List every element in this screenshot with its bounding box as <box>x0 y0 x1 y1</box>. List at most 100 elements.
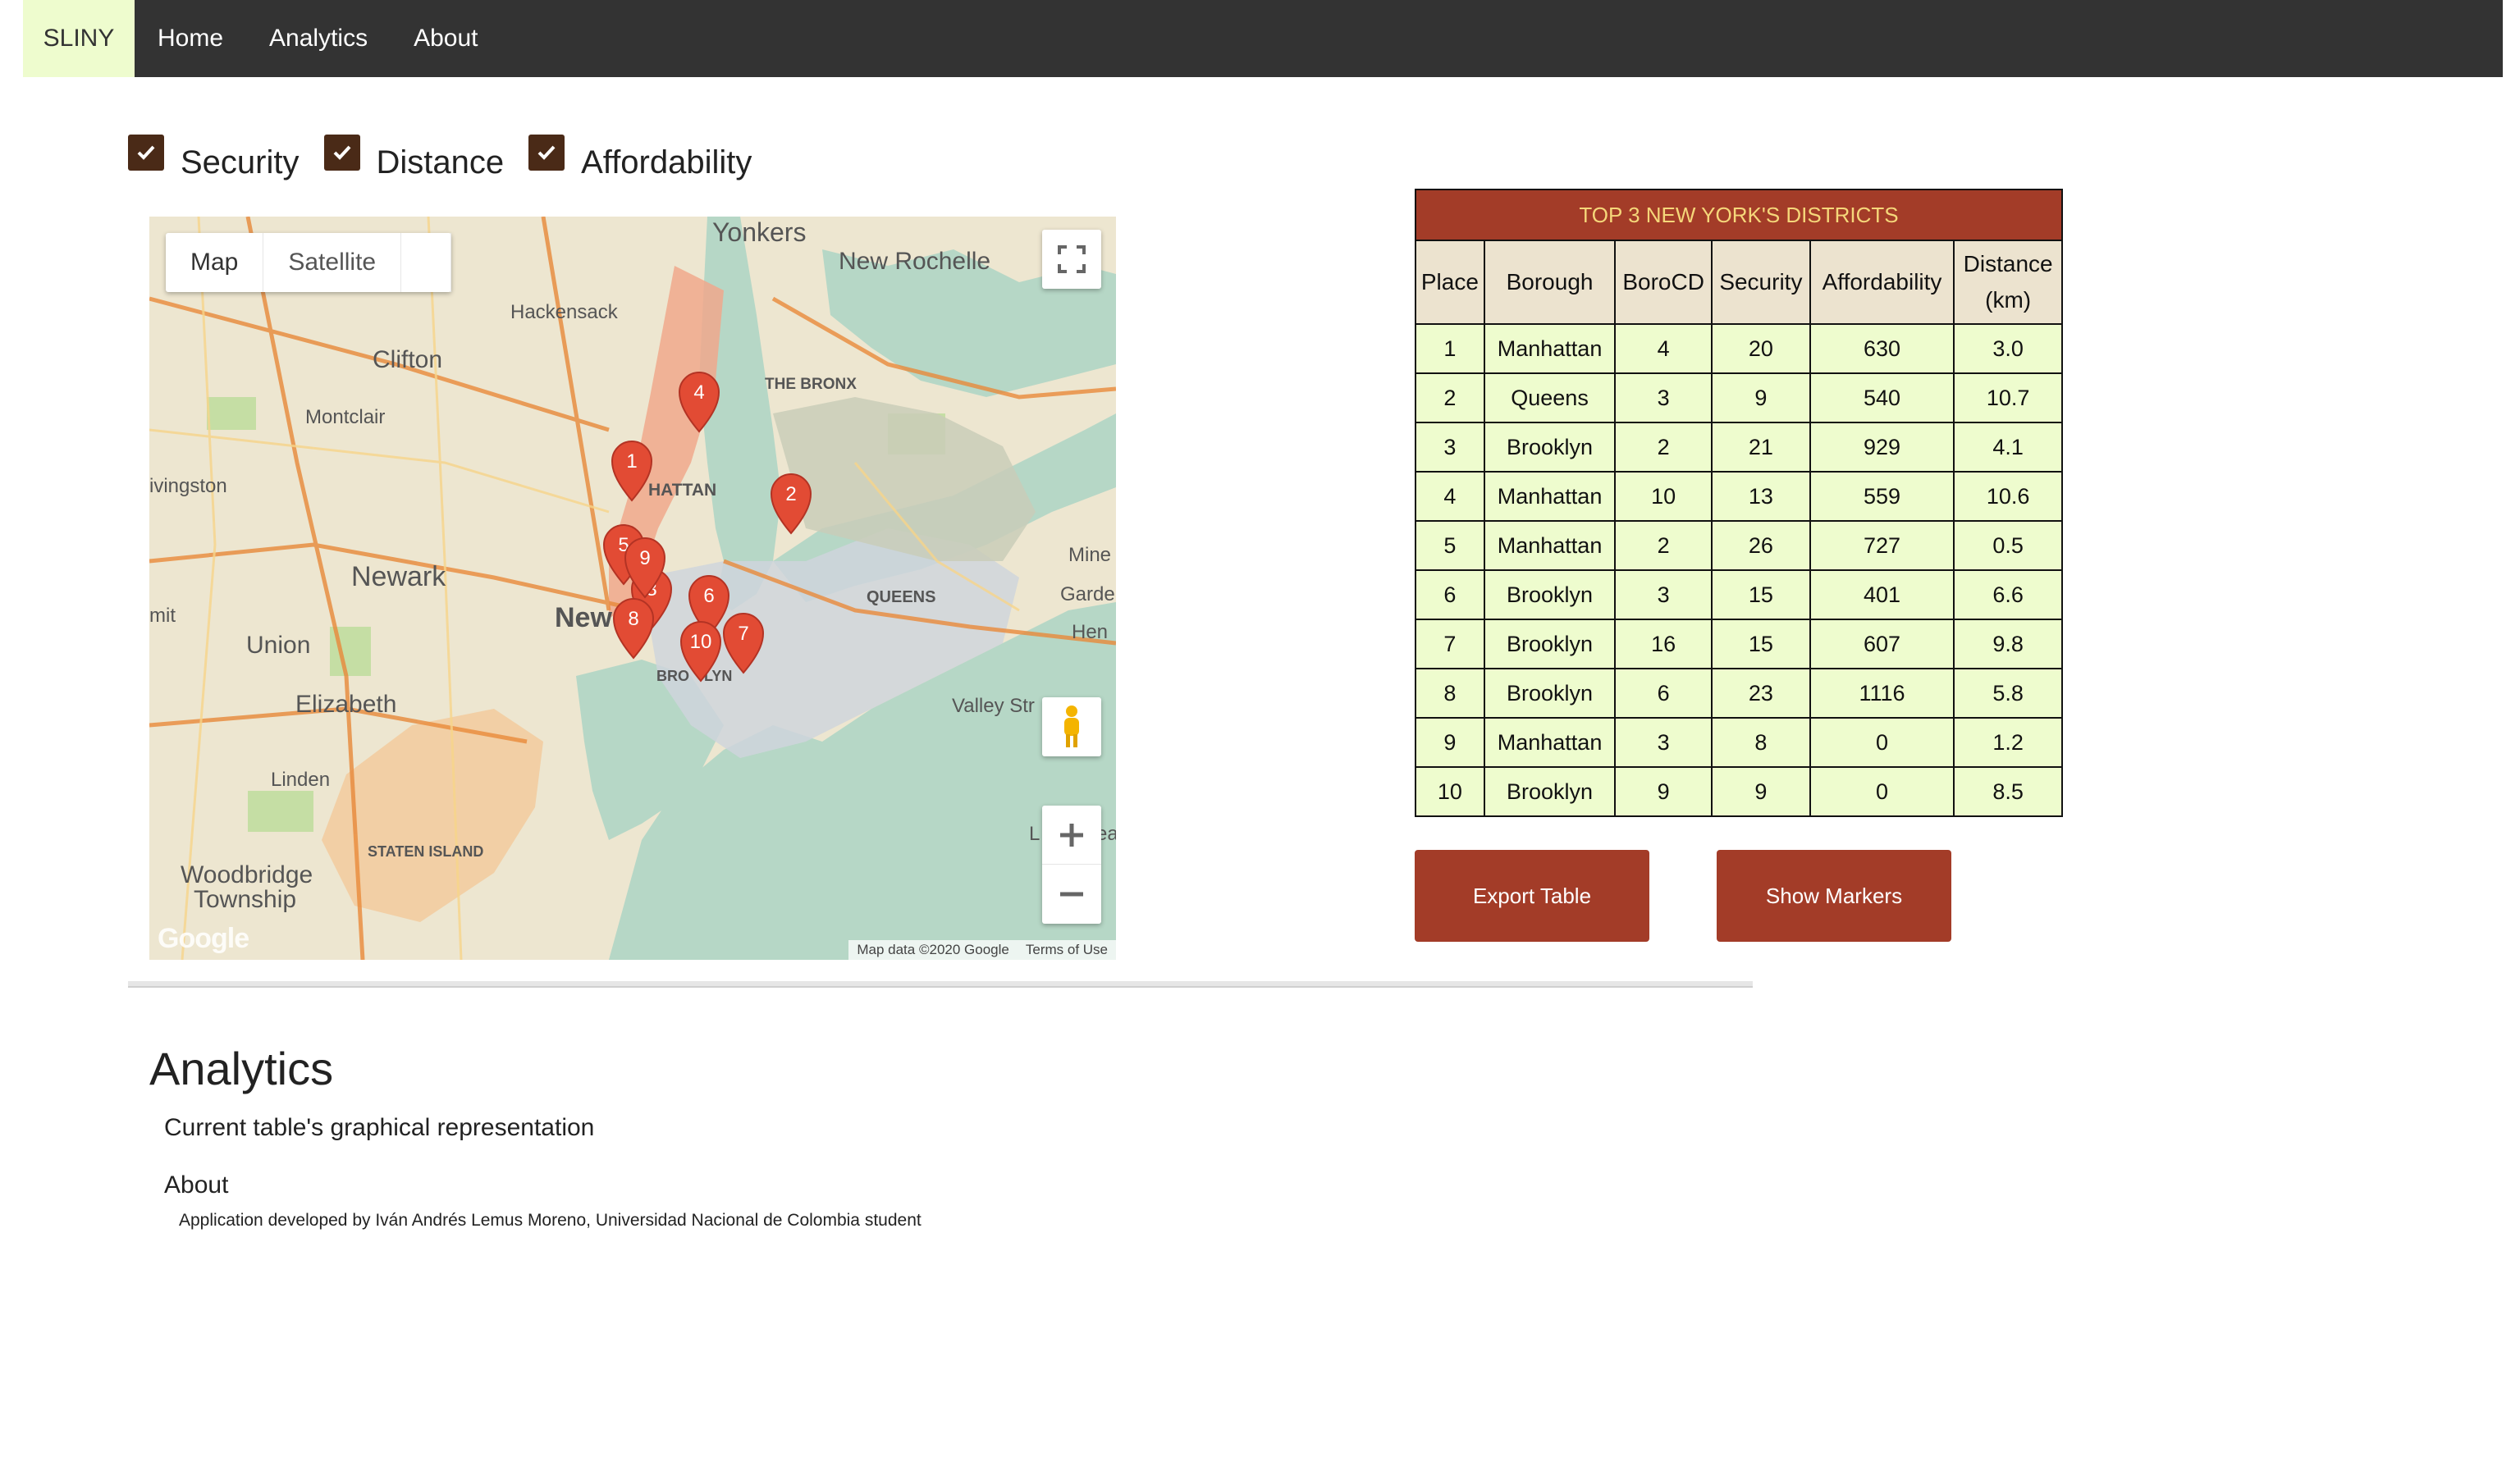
table-cell: 9.8 <box>1953 619 2063 669</box>
export-table-button[interactable]: Export Table <box>1415 850 1649 942</box>
column-header: Security <box>1711 240 1811 325</box>
marker-label: 2 <box>785 483 796 505</box>
distance-label: Distance <box>376 144 505 180</box>
place-label: Elizabeth <box>295 691 396 718</box>
place-label: QUEENS <box>867 588 935 606</box>
fullscreen-button[interactable] <box>1042 230 1101 289</box>
about-heading: About <box>164 1171 229 1199</box>
table-cell: 10 <box>1415 766 1485 817</box>
table-cell: 3.0 <box>1953 323 2063 374</box>
table-cell: 559 <box>1809 471 1955 522</box>
check-icon <box>137 145 155 160</box>
marker-label: 8 <box>628 608 638 630</box>
map[interactable]: Yonkers New Rochelle Hackensack Clifton … <box>149 217 1116 960</box>
nav-link-analytics[interactable]: Analytics <box>246 0 391 77</box>
map-type-satellite-button[interactable]: Satellite <box>263 233 402 292</box>
table-cell: Manhattan <box>1483 717 1617 768</box>
table-cell: 13 <box>1711 471 1811 522</box>
table-cell: 23 <box>1711 668 1811 719</box>
analytics-subtitle: Current table's graphical representation <box>164 1114 595 1141</box>
table-cell: 9 <box>1415 717 1485 768</box>
table-cell: 0 <box>1809 766 1955 817</box>
check-icon <box>333 145 350 160</box>
table-cell: 1116 <box>1809 668 1955 719</box>
table-cell: 10.7 <box>1953 372 2063 423</box>
nav-brand[interactable]: SLINY <box>23 0 135 77</box>
place-label: Garde <box>1060 583 1115 605</box>
terms-of-use-link[interactable]: Terms of Use <box>1018 942 1116 958</box>
navbar: SLINY Home Analytics About <box>23 0 2503 77</box>
security-checkbox[interactable] <box>128 135 164 171</box>
table-cell: 2 <box>1614 520 1713 571</box>
place-label: Clifton <box>373 346 442 373</box>
place-label: Hackensack <box>510 301 619 323</box>
table-cell: 3 <box>1415 422 1485 473</box>
column-header: Borough <box>1483 240 1617 325</box>
table-cell: 10.6 <box>1953 471 2063 522</box>
place-label: Newark <box>351 561 446 592</box>
column-header: Affordability <box>1809 240 1955 325</box>
pegman-icon <box>1064 706 1079 747</box>
map-footer: Map data ©2020 Google Terms of Use <box>848 940 1116 960</box>
nav-link-home[interactable]: Home <box>135 0 246 77</box>
table-row: 8 Brooklyn 6 23 1116 5.8 <box>1415 668 2063 719</box>
districts-table: TOP 3 NEW YORK'S DISTRICTS Place Borough… <box>1415 189 2063 817</box>
column-header: Place <box>1415 240 1485 325</box>
table-cell: 9 <box>1711 766 1811 817</box>
table-row: 10 Brooklyn 9 9 0 8.5 <box>1415 766 2063 817</box>
distance-checkbox[interactable] <box>323 135 360 171</box>
map-data-attribution: Map data ©2020 Google <box>857 942 1009 957</box>
marker-label: 10 <box>690 631 712 653</box>
section-divider <box>128 981 1753 988</box>
show-markers-button[interactable]: Show Markers <box>1717 850 1951 942</box>
map-canvas[interactable]: Yonkers New Rochelle Hackensack Clifton … <box>149 217 1116 960</box>
street-view-button[interactable] <box>1042 697 1101 756</box>
table-cell: Brooklyn <box>1483 569 1617 620</box>
table-cell: 10 <box>1614 471 1713 522</box>
place-label: STATEN ISLAND <box>368 843 483 860</box>
table-cell: 16 <box>1614 619 1713 669</box>
table-cell: 1.2 <box>1953 717 2063 768</box>
table-cell: 8 <box>1711 717 1811 768</box>
place-label: ivingston <box>149 475 227 497</box>
table-cell: 3 <box>1614 717 1713 768</box>
table-cell: Queens <box>1483 372 1617 423</box>
table-cell: 3 <box>1614 569 1713 620</box>
zoom-in-button[interactable] <box>1042 806 1101 865</box>
check-icon <box>537 145 556 160</box>
table-row: 6 Brooklyn 3 15 401 6.6 <box>1415 569 2063 620</box>
google-logo: Google <box>158 923 249 954</box>
place-label: Linden <box>271 769 330 791</box>
table-cell: 26 <box>1711 520 1811 571</box>
table-cell: 6 <box>1415 569 1485 620</box>
table-cell: 20 <box>1711 323 1811 374</box>
affordability-checkbox[interactable] <box>528 135 565 171</box>
zoom-out-button[interactable] <box>1042 865 1101 924</box>
table-cell: 401 <box>1809 569 1955 620</box>
table-cell: 4 <box>1614 323 1713 374</box>
filter-affordability[interactable]: Affordability <box>528 135 752 181</box>
marker-label: 1 <box>626 450 637 473</box>
filter-security[interactable]: Security <box>128 135 300 181</box>
table-cell: 540 <box>1809 372 1955 423</box>
table-cell: 21 <box>1711 422 1811 473</box>
table-cell: 2 <box>1614 422 1713 473</box>
table-cell: Brooklyn <box>1483 668 1617 719</box>
table-cell: Brooklyn <box>1483 619 1617 669</box>
place-label: HATTAN <box>648 481 716 500</box>
table-row: 3 Brooklyn 2 21 929 4.1 <box>1415 422 2063 473</box>
table-row: 9 Manhattan 3 8 0 1.2 <box>1415 717 2063 768</box>
table-cell: 0.5 <box>1953 520 2063 571</box>
filter-distance[interactable]: Distance <box>323 135 505 181</box>
map-type-map-button[interactable]: Map <box>166 233 264 292</box>
table-cell: 15 <box>1711 569 1811 620</box>
nav-link-about[interactable]: About <box>391 0 501 77</box>
zoom-control <box>1042 806 1101 924</box>
place-label: BRO <box>656 668 689 684</box>
analytics-heading: Analytics <box>149 1043 334 1094</box>
place-label: New <box>555 602 612 633</box>
table-cell: 4.1 <box>1953 422 2063 473</box>
place-label: New Rochelle <box>839 248 990 275</box>
table-cell: Manhattan <box>1483 471 1617 522</box>
map-type-spacer <box>401 233 452 292</box>
